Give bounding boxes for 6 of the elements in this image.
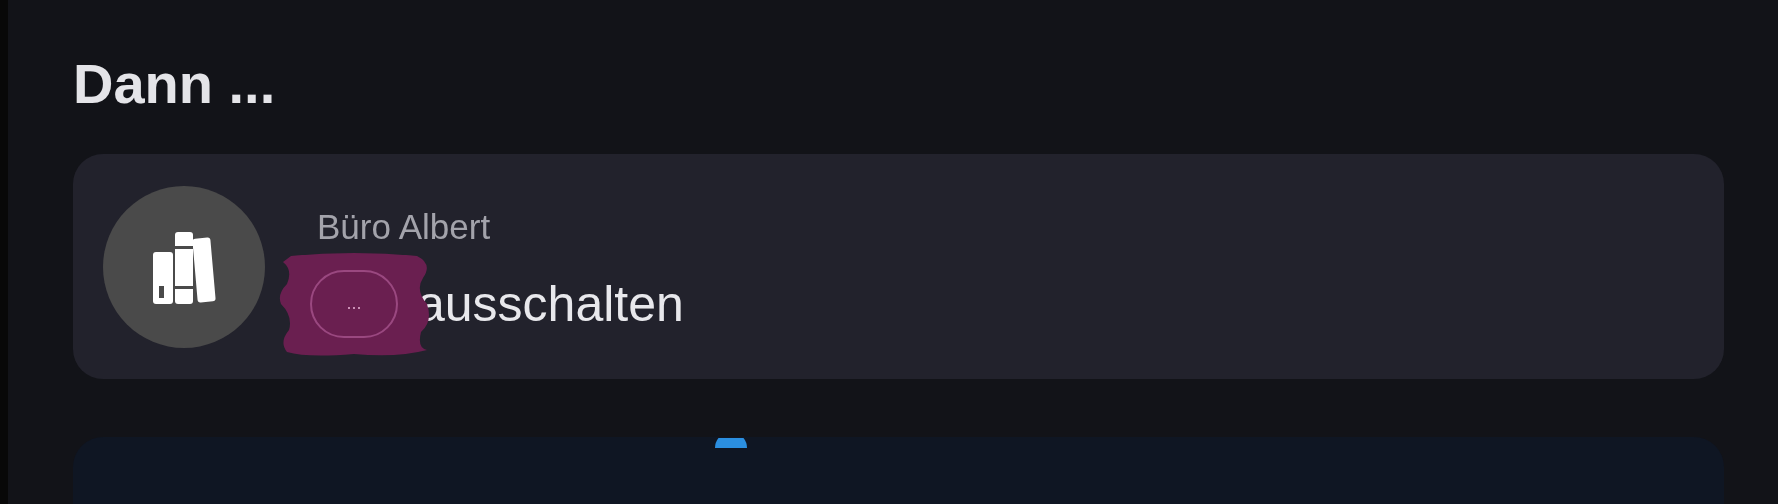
variable-chip[interactable]: ... <box>310 269 398 338</box>
books-icon <box>151 229 217 304</box>
device-name: Büro Albert <box>317 205 492 248</box>
section-title: Dann ... <box>73 52 277 116</box>
action-label: ausschalten <box>417 274 684 334</box>
action-card[interactable]: Büro Albert ... ausschalten <box>73 154 1724 379</box>
